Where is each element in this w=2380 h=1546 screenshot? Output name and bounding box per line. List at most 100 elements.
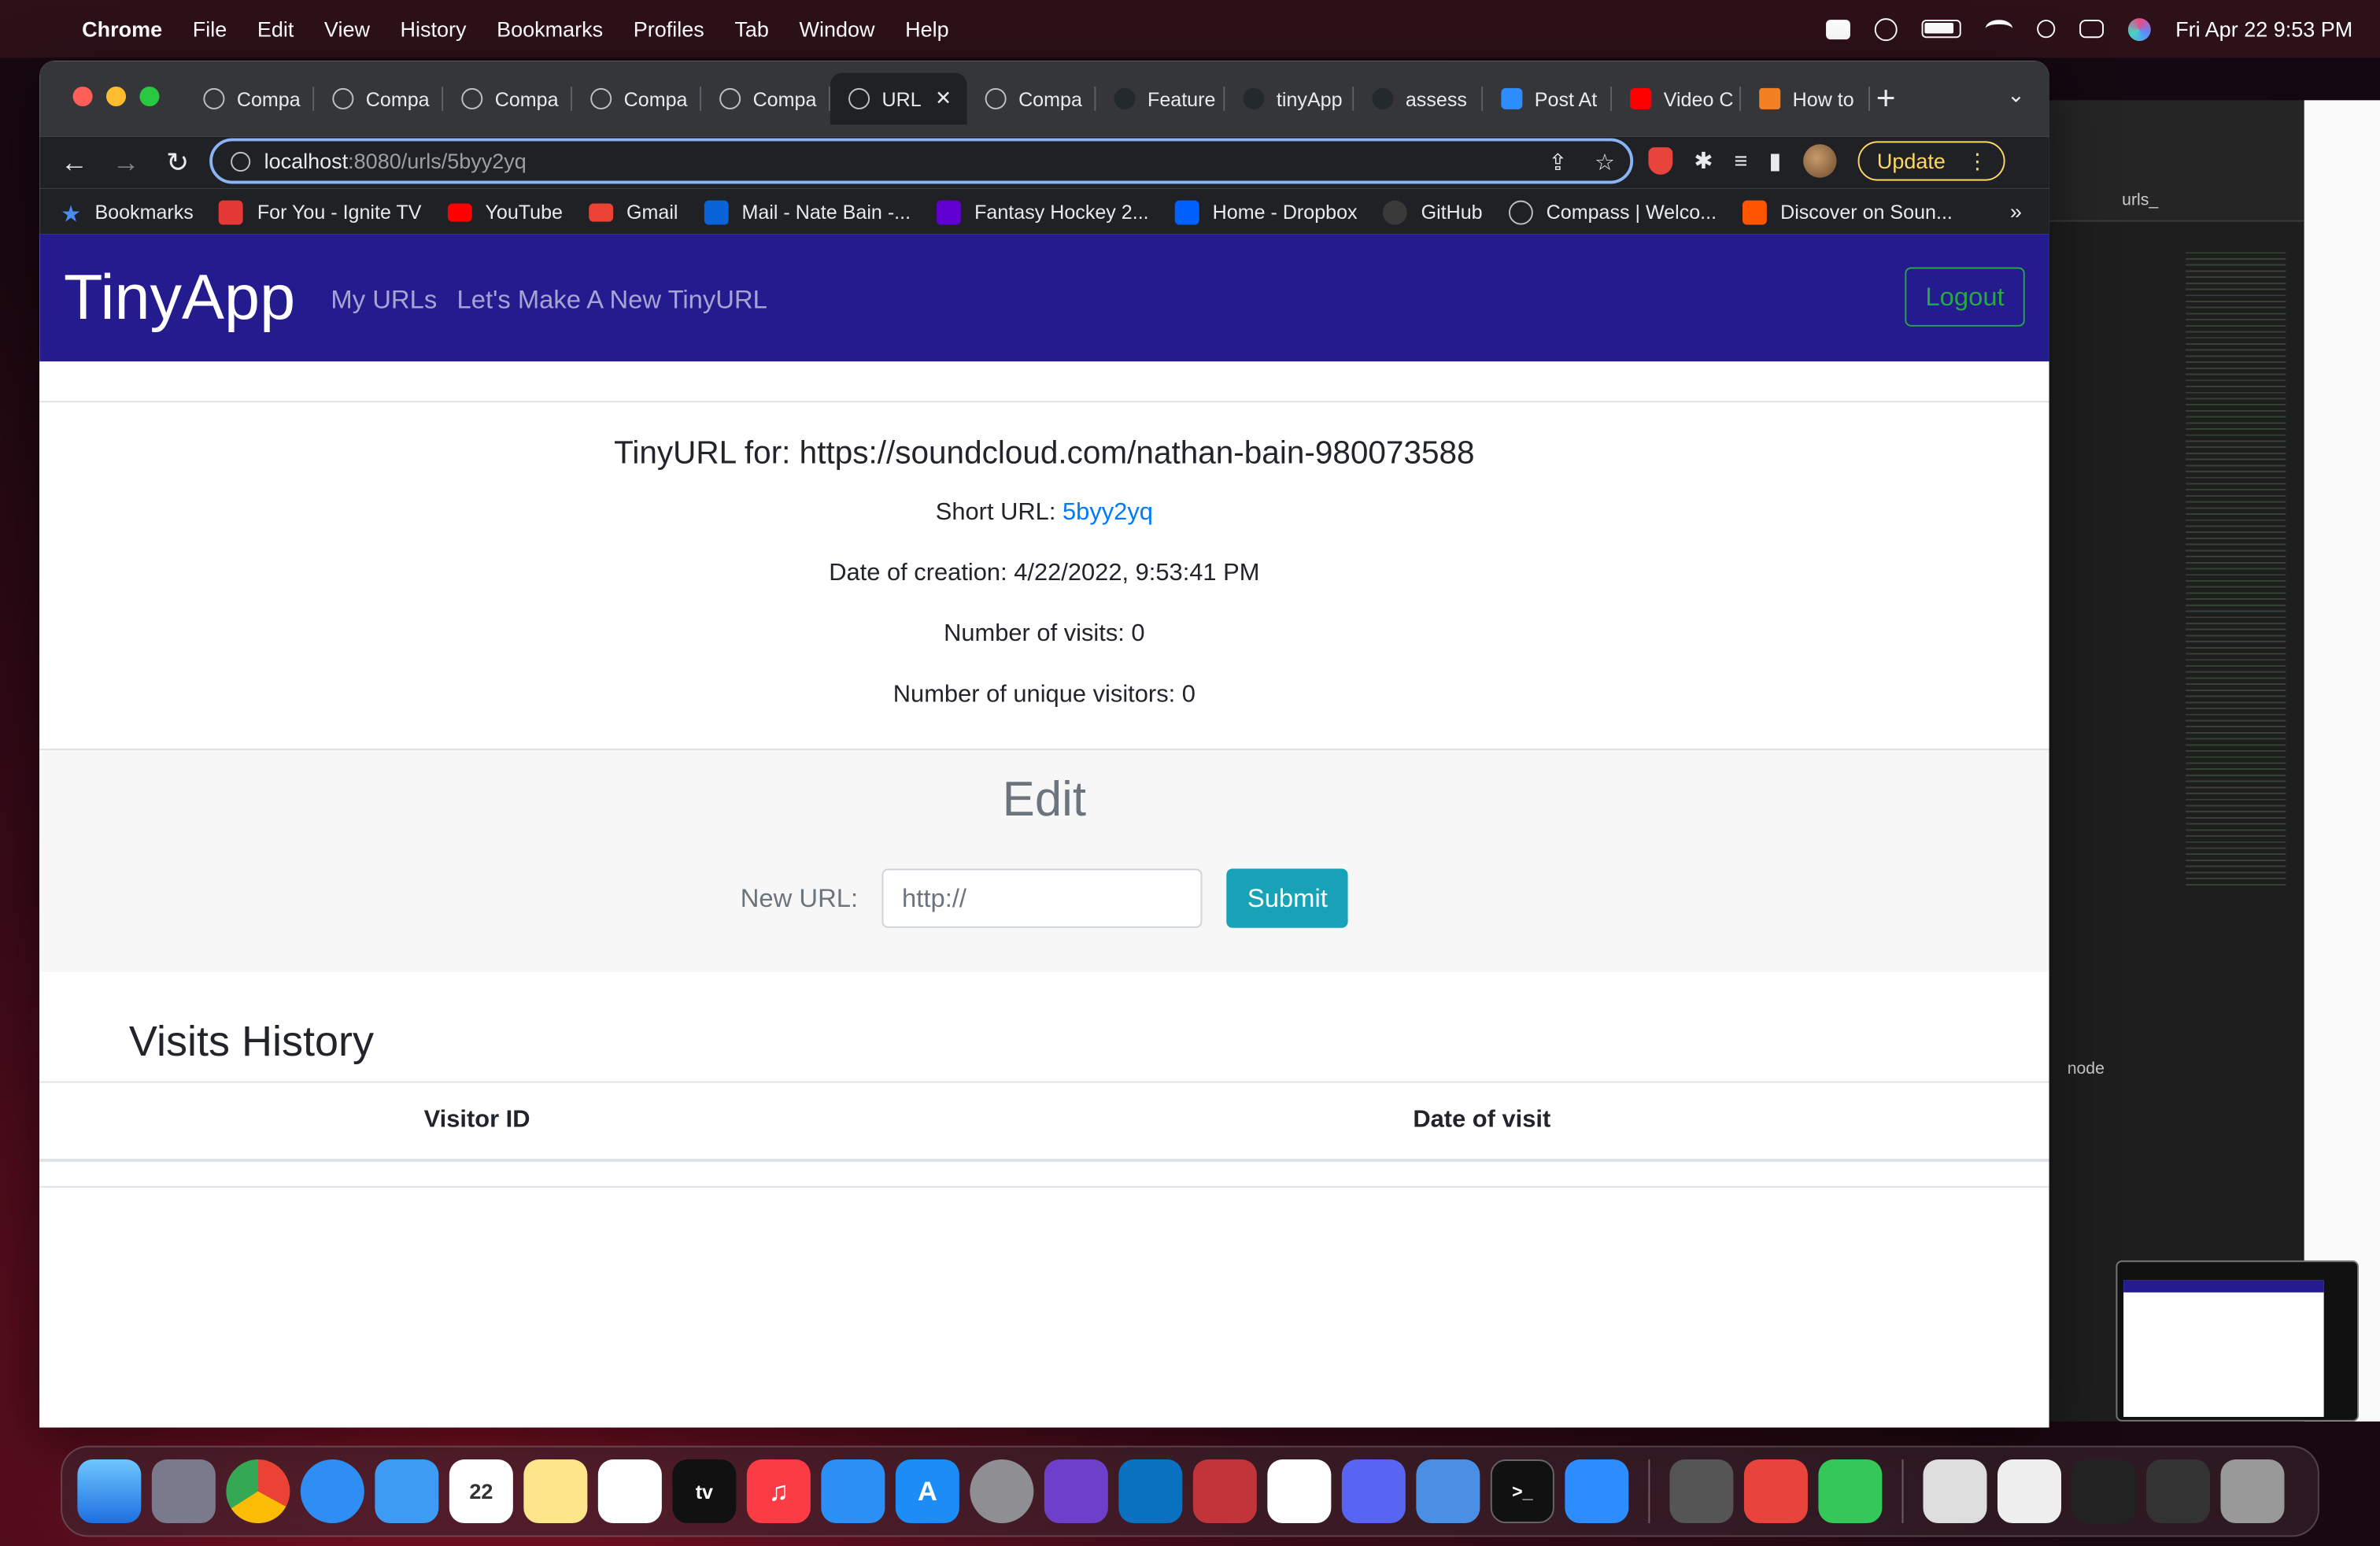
mail-icon[interactable] [375,1459,439,1524]
keynote-icon[interactable] [821,1459,885,1524]
tab-13[interactable]: How to [1741,73,1870,125]
reminders-icon[interactable] [597,1459,662,1524]
menu-view[interactable]: View [324,17,370,41]
menu-app-name[interactable]: Chrome [82,17,162,41]
menu-edit[interactable]: Edit [257,17,294,41]
reload-button[interactable]: ↻ [152,146,204,179]
brave-icon[interactable] [1743,1459,1808,1524]
zoom-icon[interactable] [1565,1459,1629,1524]
music-icon[interactable]: ♫ [746,1459,811,1524]
zoom-window-button[interactable] [139,86,160,107]
extensions-puzzle-icon[interactable]: ✱ [1694,147,1713,175]
bookmark-star-icon[interactable]: ☆ [1595,149,1615,176]
submit-button[interactable]: Submit [1226,868,1349,928]
tab-5[interactable]: Compa [701,73,830,125]
tab-3[interactable]: Compa [443,73,573,125]
recent-window-icon[interactable] [2071,1459,2136,1524]
discord-icon[interactable] [1341,1459,1406,1524]
document-icon[interactable] [1923,1459,1987,1524]
update-button[interactable]: Update ⋮ [1857,141,2005,181]
menu-bookmarks[interactable]: Bookmarks [497,17,603,41]
terminal-selector[interactable]: node [2049,1051,2304,1087]
menu-history[interactable]: History [401,17,467,41]
bookmark-item[interactable]: YouTube [447,201,563,224]
bookmark-item[interactable]: GitHub [1383,199,1483,224]
battery-icon[interactable] [1922,20,1962,39]
calendar-icon[interactable]: 22 [449,1459,513,1524]
short-url-link[interactable]: 5byy2yq [1062,500,1153,526]
back-button[interactable]: ← [49,146,101,179]
profile-avatar[interactable] [1802,144,1836,178]
slack-icon[interactable] [1267,1459,1332,1524]
wifi-icon[interactable] [1986,20,2013,38]
bookmark-item[interactable]: Fantasy Hockey 2... [936,199,1149,224]
chrome-icon[interactable] [226,1459,290,1524]
facetime-icon[interactable] [1818,1459,1883,1524]
tab-12[interactable]: Video C [1612,73,1742,125]
menu-window[interactable]: Window [799,17,874,41]
menu-help[interactable]: Help [905,17,949,41]
tab-1[interactable]: Compa [185,73,315,125]
site-info-icon[interactable] [231,150,251,172]
vscode-icon[interactable] [1118,1459,1183,1524]
logout-button[interactable]: Logout [1905,267,2025,327]
forward-button[interactable]: → [100,146,152,179]
notes-icon[interactable] [523,1459,588,1524]
preview-icon[interactable] [1669,1459,1734,1524]
tab-4[interactable]: Compa [572,73,701,125]
new-url-input[interactable] [881,868,1203,928]
bookmark-item[interactable]: Compass | Welco... [1508,199,1717,224]
bookmark-item[interactable]: ★ Bookmarks [61,200,194,227]
tab-9[interactable]: tinyApp [1225,73,1354,125]
menu-file[interactable]: File [193,17,227,41]
side-panel-icon[interactable]: ▮ [1768,147,1781,175]
tab-search-chevron-icon[interactable]: ⌄ [2007,82,2025,108]
bookmark-item[interactable]: Home - Dropbox [1174,199,1358,224]
app-icon[interactable] [1192,1459,1257,1524]
finder-icon[interactable] [77,1459,142,1524]
tab-8[interactable]: Feature [1096,73,1225,125]
trash-icon[interactable] [2220,1459,2285,1524]
tab-7[interactable]: Compa [966,73,1096,125]
vscode-tab[interactable]: urls_ [2122,191,2158,209]
reading-list-icon[interactable]: ≡ [1735,148,1748,174]
window-thumbnail[interactable] [2116,1260,2359,1422]
bookmark-item[interactable]: For You - Ignite TV [219,199,421,224]
xcode-icon[interactable] [1416,1459,1480,1524]
bookmark-item[interactable]: Discover on Soun... [1742,199,1953,224]
bookmarks-overflow-button[interactable]: » [2010,199,2022,224]
tab-10[interactable]: assess [1354,73,1484,125]
bookmark-item[interactable]: Gmail [588,201,678,224]
github-desktop-icon[interactable] [1044,1459,1108,1524]
launchpad-icon[interactable] [151,1459,216,1524]
tab-11[interactable]: Post At [1483,73,1613,125]
nav-my-urls[interactable]: My URLs [331,286,437,316]
share-icon[interactable]: ⇪ [1548,149,1567,176]
safari-icon[interactable] [300,1459,364,1524]
brave-shield-icon[interactable] [1648,147,1673,175]
nav-new-url[interactable]: Let's Make A New TinyURL [456,286,767,316]
site-brand[interactable]: TinyApp [64,261,295,335]
menu-profiles[interactable]: Profiles [634,17,704,41]
new-tab-button[interactable]: + [1876,79,1896,118]
spotlight-search-icon[interactable] [2037,20,2056,39]
control-center-icon[interactable] [2079,20,2105,39]
siri-icon[interactable] [2128,17,2152,41]
close-tab-icon[interactable]: ✕ [935,87,952,111]
recent-window-icon[interactable] [2145,1459,2210,1524]
recent-window-icon[interactable] [1997,1459,2061,1524]
menu-tab[interactable]: Tab [734,17,769,41]
play-icon[interactable] [1875,17,1898,41]
apple-tv-icon[interactable]: tv [672,1459,737,1524]
bookmark-item[interactable]: Mail - Nate Bain -... [704,199,911,224]
tab-2[interactable]: Compa [314,73,444,125]
address-bar[interactable]: localhost:8080/urls/5byy2yq ⇪ ☆ [209,138,1634,184]
menubar-clock[interactable]: Fri Apr 22 9:53 PM [2175,17,2352,41]
app-store-icon[interactable]: A [895,1459,959,1524]
camera-icon[interactable] [1826,19,1851,39]
minimize-window-button[interactable] [105,86,127,107]
system-preferences-icon[interactable] [970,1459,1034,1524]
tab-active-url[interactable]: URL ✕ [830,72,967,125]
terminal-icon[interactable]: >_ [1490,1459,1554,1524]
close-window-button[interactable] [72,86,93,107]
